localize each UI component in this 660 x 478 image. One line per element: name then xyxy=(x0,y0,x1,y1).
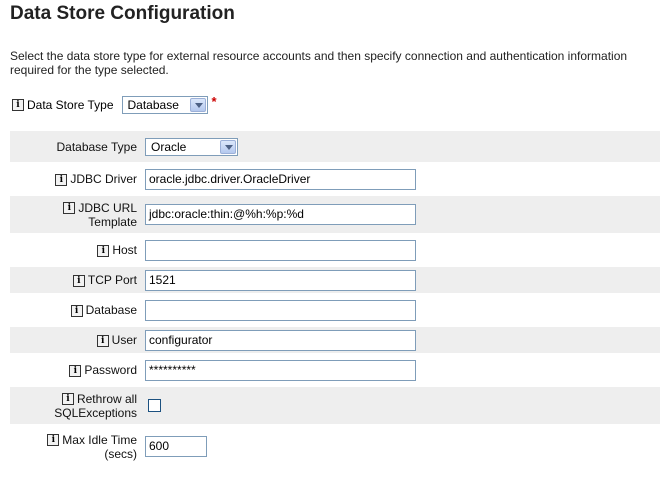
info-icon[interactable]: i xyxy=(61,393,74,406)
info-icon[interactable]: i xyxy=(12,99,24,111)
rethrow-row: i Rethrow all SQLExceptions xyxy=(10,387,660,424)
page-description: Select the data store type for external … xyxy=(10,49,628,77)
info-icon[interactable]: i xyxy=(63,202,76,215)
database-type-select[interactable]: Oracle xyxy=(145,137,238,156)
data-store-type-row: i Data Store Type Database * xyxy=(12,94,217,116)
info-icon[interactable]: i xyxy=(97,244,110,257)
tcp-port-input[interactable]: 1521 xyxy=(145,269,416,291)
max-idle-label-line2: (secs) xyxy=(104,446,137,461)
max-idle-label-line1: Max Idle Time xyxy=(62,432,137,447)
data-store-type-value: Database xyxy=(127,98,179,112)
info-icon[interactable]: i xyxy=(69,364,82,377)
host-label-text: Host xyxy=(112,243,137,257)
data-store-type-label: Data Store Type xyxy=(27,98,114,112)
jdbc-url-template-row: i JDBC URL Template jdbc:oracle:thin:@%h:… xyxy=(10,196,660,233)
password-input[interactable]: ********** xyxy=(145,359,416,381)
database-type-value: Oracle xyxy=(151,139,187,154)
password-label: i Password xyxy=(10,363,137,377)
chevron-down-icon[interactable] xyxy=(220,139,236,154)
user-row: i User configurator xyxy=(10,327,660,353)
jdbc-url-template-input[interactable]: jdbc:oracle:thin:@%h:%p:%d xyxy=(145,204,416,225)
database-label: i Database xyxy=(10,303,137,317)
tcp-port-label-text: TCP Port xyxy=(87,273,137,287)
user-label-text: User xyxy=(111,333,137,347)
jdbc-driver-label: i JDBC Driver xyxy=(10,172,137,186)
password-row: i Password ********** xyxy=(10,357,660,383)
rethrow-label: i Rethrow all SQLExceptions xyxy=(10,392,137,420)
database-label-text: Database xyxy=(85,303,137,317)
password-label-text: Password xyxy=(84,363,137,377)
database-row: i Database xyxy=(10,297,660,323)
tcp-port-label: i TCP Port xyxy=(10,273,137,287)
jdbc-url-label-line2: Template xyxy=(88,214,137,229)
info-icon[interactable]: i xyxy=(55,173,68,186)
jdbc-driver-input[interactable]: oracle.jdbc.driver.OracleDriver xyxy=(145,168,416,190)
database-type-row: Database Type Oracle xyxy=(10,131,660,162)
user-input[interactable]: configurator xyxy=(145,329,416,351)
rethrow-checkbox[interactable] xyxy=(148,399,161,412)
jdbc-url-label-line1: JDBC URL xyxy=(78,200,137,215)
required-marker: * xyxy=(211,93,217,109)
rethrow-label-line1: Rethrow all xyxy=(76,391,137,406)
chevron-down-icon[interactable] xyxy=(189,98,206,112)
host-row: i Host xyxy=(10,237,660,263)
info-icon[interactable]: i xyxy=(47,434,60,447)
user-label: i User xyxy=(10,333,137,347)
max-idle-time-label: i Max Idle Time (secs) xyxy=(10,433,137,461)
database-form: Database Type Oracle i JDBC Driver oracle… xyxy=(10,131,660,469)
database-input[interactable] xyxy=(145,299,416,321)
tcp-port-row: i TCP Port 1521 xyxy=(10,267,660,293)
host-label: i Host xyxy=(10,243,137,257)
info-icon[interactable]: i xyxy=(96,334,109,347)
rethrow-label-line2: SQLExceptions xyxy=(54,405,137,420)
page-title: Data Store Configuration xyxy=(10,3,235,24)
jdbc-url-template-label: i JDBC URL Template xyxy=(10,201,137,229)
jdbc-driver-label-text: JDBC Driver xyxy=(70,172,137,186)
max-idle-time-row: i Max Idle Time (secs) 600 xyxy=(10,428,660,465)
database-type-label: Database Type xyxy=(56,139,137,154)
info-icon[interactable]: i xyxy=(72,274,85,287)
host-input[interactable] xyxy=(145,239,416,261)
data-store-type-select[interactable]: Database xyxy=(121,96,208,114)
jdbc-driver-row: i JDBC Driver oracle.jdbc.driver.OracleDr… xyxy=(10,166,660,192)
info-icon[interactable]: i xyxy=(70,304,83,317)
max-idle-time-input[interactable]: 600 xyxy=(145,436,207,457)
